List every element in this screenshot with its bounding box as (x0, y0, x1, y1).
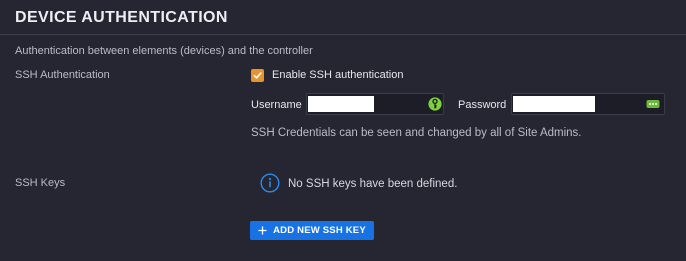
plus-icon (258, 226, 267, 235)
username-field-wrapper (306, 93, 444, 115)
add-new-ssh-key-button[interactable]: ADD NEW SSH KEY (250, 221, 374, 240)
ssh-credentials-note: SSH Credentials can be seen and changed … (251, 127, 582, 139)
no-ssh-keys-message: No SSH keys have been defined. (288, 178, 458, 190)
password-field-wrapper (511, 93, 665, 115)
ssh-authentication-label: SSH Authentication (15, 69, 110, 81)
section-subtitle: Authentication between elements (devices… (15, 45, 313, 57)
ssh-keys-label: SSH Keys (15, 177, 66, 189)
add-new-ssh-key-label: ADD NEW SSH KEY (273, 225, 366, 236)
show-password-icon[interactable] (646, 97, 660, 111)
device-authentication-panel: DEVICE AUTHENTICATION Authentication bet… (0, 0, 686, 261)
password-input[interactable] (513, 96, 595, 112)
info-icon (260, 173, 280, 193)
username-label: Username (251, 99, 302, 111)
enable-ssh-checkbox[interactable] (251, 69, 264, 82)
username-input[interactable] (308, 96, 374, 112)
checkmark-icon (253, 72, 262, 79)
password-label: Password (458, 99, 507, 111)
section-divider (0, 34, 686, 35)
section-title: DEVICE AUTHENTICATION (15, 9, 228, 26)
enable-ssh-checkbox-label[interactable]: Enable SSH authentication (272, 69, 403, 81)
key-icon[interactable] (428, 97, 442, 111)
